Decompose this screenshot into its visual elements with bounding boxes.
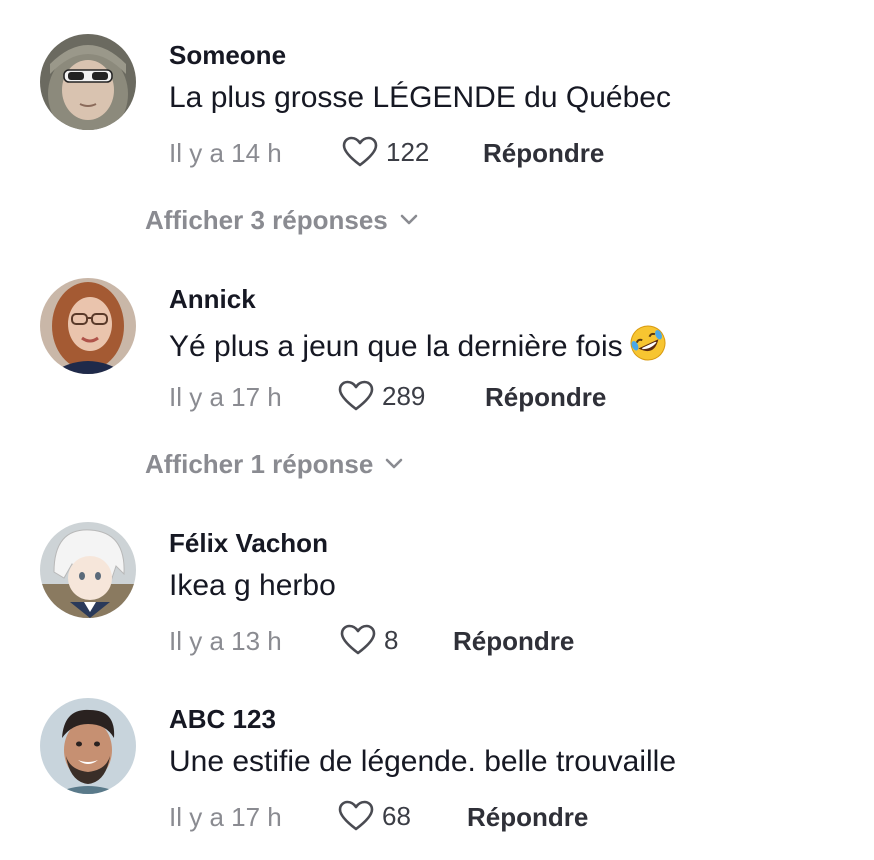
heart-icon [338, 800, 374, 831]
comment-text: Ikea g herbo [169, 569, 336, 602]
show-replies-button[interactable]: Afficher 1 réponse [145, 449, 403, 479]
like-count: 289 [382, 381, 426, 411]
heart-icon [340, 624, 376, 655]
comment-timestamp: Il y a 13 h [169, 626, 282, 656]
comment-item: Someone La plus grosse LÉGENDE du Québec… [0, 0, 874, 250]
comment-username[interactable]: Annick [169, 284, 256, 314]
avatar-anime-character-icon [40, 522, 136, 618]
reply-button[interactable]: Répondre [453, 626, 574, 656]
reply-button[interactable]: Répondre [483, 138, 604, 168]
chevron-down-icon [400, 214, 418, 225]
avatar[interactable] [40, 698, 136, 794]
show-replies-label: Afficher 1 réponse [145, 449, 374, 479]
comment-username[interactable]: ABC 123 [169, 704, 276, 734]
comment-timestamp: Il y a 17 h [169, 802, 282, 832]
show-replies-label: Afficher 3 réponses [145, 205, 388, 235]
comment-text: La plus grosse LÉGENDE du Québec [169, 81, 671, 114]
heart-icon [342, 136, 378, 167]
like-count: 8 [384, 625, 399, 655]
comment-text: Yé plus a jeun que la dernière fois [169, 324, 667, 371]
show-replies-button[interactable]: Afficher 3 réponses [145, 205, 418, 235]
like-button[interactable]: 8 [340, 624, 398, 656]
rolling-on-floor-laughing-emoji-icon [629, 324, 667, 371]
like-button[interactable]: 122 [342, 136, 429, 168]
avatar[interactable] [40, 34, 136, 130]
avatar-woman-glasses-icon [40, 278, 136, 374]
chevron-down-icon [385, 458, 403, 469]
comment-text: Une estifie de légende. belle trouvaille [169, 745, 676, 778]
like-button[interactable]: 68 [338, 800, 411, 832]
avatar[interactable] [40, 522, 136, 618]
like-count: 68 [382, 801, 411, 831]
comment-timestamp: Il y a 17 h [169, 382, 282, 412]
avatar-smiling-man-icon [40, 698, 136, 794]
comment-timestamp: Il y a 14 h [169, 138, 282, 168]
comment-text-content: Yé plus a jeun que la dernière fois [169, 330, 623, 363]
reply-button[interactable]: Répondre [467, 802, 588, 832]
avatar[interactable] [40, 278, 136, 374]
avatar-hooded-person-sunglasses-icon [40, 34, 136, 130]
like-count: 122 [386, 137, 430, 167]
heart-icon [338, 380, 374, 411]
like-button[interactable]: 289 [338, 380, 425, 412]
reply-button[interactable]: Répondre [485, 382, 606, 412]
comment-username[interactable]: Félix Vachon [169, 528, 328, 558]
comment-username[interactable]: Someone [169, 40, 286, 70]
